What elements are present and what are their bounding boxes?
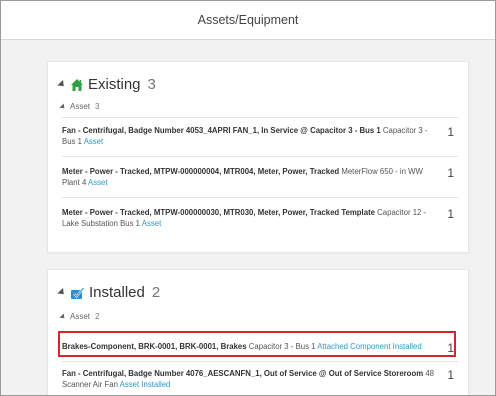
item-type-link[interactable]: Asset <box>142 219 162 228</box>
item-type-link[interactable]: Asset <box>88 178 108 187</box>
item-title: Fan - Centrifugal, Badge Number 4053_4AP… <box>62 126 381 135</box>
item-status-link[interactable]: Asset Installed <box>120 380 171 389</box>
item-title: Meter - Power - Tracked, MTPW-000000004,… <box>62 167 340 176</box>
list-item[interactable]: Meter - Power - Tracked, MTPW-000000030,… <box>62 207 458 229</box>
asset-group-label: Asset <box>70 102 91 111</box>
item-title: Meter - Power - Tracked, MTPW-000000030,… <box>62 208 375 217</box>
item-quantity: 1 <box>447 125 454 139</box>
existing-title: Existing <box>88 76 141 93</box>
home-icon <box>71 78 83 91</box>
expand-triangle-icon[interactable] <box>57 79 67 90</box>
divider <box>62 156 458 157</box>
page-header: Assets/Equipment <box>1 1 495 40</box>
asset-group-count: 2 <box>95 312 100 321</box>
existing-header[interactable]: Existing 3 <box>57 76 156 93</box>
existing-asset-group[interactable]: Asset 3 <box>59 102 100 111</box>
list-item[interactable]: Fan - Centrifugal, Badge Number 4076_AES… <box>62 368 458 390</box>
installed-header[interactable]: Installed 2 <box>57 284 161 301</box>
divider <box>62 361 458 362</box>
app-window: Assets/Equipment Existing 3 Asset 3 Fan … <box>0 0 496 396</box>
asset-group-count: 3 <box>95 102 100 111</box>
item-type-link[interactable]: Asset <box>84 137 104 146</box>
asset-group-label: Asset <box>70 312 91 321</box>
item-quantity: 1 <box>447 368 454 382</box>
installed-count: 2 <box>151 284 161 301</box>
installed-title: Installed <box>89 284 145 301</box>
existing-section: Existing 3 Asset 3 Fan - Centrifugal, Ba… <box>47 61 469 253</box>
item-quantity: 1 <box>447 207 454 221</box>
installed-asset-group[interactable]: Asset 2 <box>59 312 100 321</box>
highlight-box <box>58 331 456 357</box>
item-title: Fan - Centrifugal, Badge Number 4076_AES… <box>62 369 424 378</box>
divider <box>62 197 458 198</box>
existing-count: 3 <box>147 76 156 93</box>
divider <box>62 117 458 118</box>
item-quantity: 1 <box>447 166 454 180</box>
expand-triangle-small-icon[interactable] <box>59 102 67 111</box>
list-item[interactable]: Meter - Power - Tracked, MTPW-000000004,… <box>62 166 458 188</box>
expand-triangle-small-icon[interactable] <box>59 312 67 321</box>
page-title: Assets/Equipment <box>197 13 299 27</box>
expand-triangle-icon[interactable] <box>57 287 67 298</box>
install-icon <box>71 286 85 299</box>
list-item[interactable]: Fan - Centrifugal, Badge Number 4053_4AP… <box>62 125 458 147</box>
